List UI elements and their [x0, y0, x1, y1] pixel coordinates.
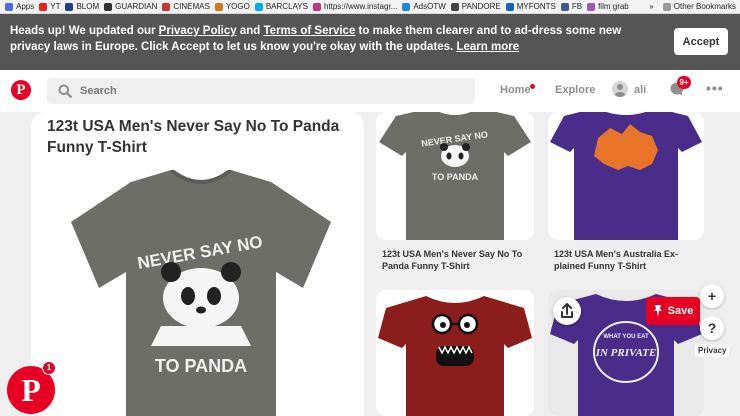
bookmark-label: FB — [571, 2, 583, 11]
pin-closeup: 123t USA Men's Never Say No To Panda Fun… — [31, 112, 364, 416]
help-button[interactable]: ? — [700, 316, 724, 340]
search-icon — [58, 84, 72, 98]
folder-icon — [662, 2, 671, 11]
save-button[interactable]: Save — [646, 297, 700, 325]
banner-text-2: and — [236, 25, 264, 37]
bookmark-label: BARCLAYS — [265, 2, 308, 11]
panda-graphic — [151, 262, 251, 346]
yogo-icon — [214, 2, 223, 11]
accept-button[interactable]: Accept — [674, 28, 728, 55]
bookmarks-bar: Apps YT BLOM GUARDIAN CINEMAS YOGO BARCLAYS htt… — [0, 0, 740, 14]
user-icon — [614, 84, 626, 97]
pin-icon — [653, 305, 662, 317]
pin-card-caption[interactable]: 123t USA Men's Australia Ex-plained Funn… — [554, 248, 704, 272]
bookmark-item[interactable]: https://www.instagr... — [312, 2, 398, 11]
card-shirt-text-bottom: IN PRIVATE — [595, 347, 657, 359]
search-bar[interactable] — [47, 78, 475, 104]
youtube-icon — [39, 2, 48, 11]
pin-card-caption[interactable]: 123t USA Men's Never Say No To Panda Fun… — [382, 248, 532, 272]
cinemas-icon — [162, 2, 171, 11]
other-bookmarks-label: Other Bookmarks — [673, 2, 736, 11]
bookmark-item[interactable]: FB — [560, 2, 583, 11]
pin-card[interactable]: NEVER SAY NO TO PANDA — [376, 112, 534, 240]
shirt-text-bottom: TO PANDA — [155, 356, 247, 376]
blom-icon — [65, 2, 74, 11]
bookmark-label: YT — [50, 2, 61, 11]
pin-card-image: NEVER SAY NO TO PANDA — [376, 112, 534, 240]
search-input[interactable] — [80, 85, 460, 97]
bookmark-item[interactable]: BARCLAYS — [254, 2, 308, 11]
bookmark-item[interactable]: YOGO — [214, 2, 250, 11]
bookmark-item[interactable]: BLOM — [65, 2, 99, 11]
nav-home-link[interactable]: Home — [500, 84, 531, 96]
bookmark-item[interactable]: PANDORE — [450, 2, 501, 11]
avatar[interactable] — [612, 81, 628, 97]
card-shirt-text-bottom: TO PANDA — [432, 172, 479, 182]
bookmark-label: GUARDIAN — [115, 2, 158, 11]
bookmark-item[interactable]: CINEMAS — [162, 2, 210, 11]
bookmark-item[interactable]: film grab — [587, 2, 629, 11]
bookmark-item[interactable]: GUARDIAN — [104, 2, 157, 11]
bookmark-label: BLOM — [76, 2, 100, 11]
bookmarks-overflow-icon[interactable]: » — [649, 2, 653, 11]
bookmark-item[interactable]: Apps — [5, 2, 34, 11]
save-label: Save — [667, 305, 694, 317]
other-bookmarks-folder[interactable]: Other Bookmarks — [662, 2, 736, 11]
privacy-update-banner: Heads up! We updated our Privacy Policy … — [0, 14, 740, 70]
bookmark-item[interactable]: AdsOTW — [402, 2, 446, 11]
bookmark-label: YOGO — [225, 2, 250, 11]
terms-of-service-link[interactable]: Terms of Service — [264, 25, 356, 37]
more-options-icon[interactable]: ••• — [706, 80, 724, 96]
pandore-icon — [450, 2, 459, 11]
pin-card[interactable] — [376, 290, 534, 416]
banner-message: Heads up! We updated our Privacy Policy … — [10, 24, 660, 55]
instagram-icon — [312, 2, 321, 11]
card-shirt-text-top: WHAT YOU EAT — [603, 334, 649, 340]
adsotw-icon — [402, 2, 411, 11]
bookmark-label: MYFONTS — [516, 2, 556, 11]
fab-badge: 1 — [42, 361, 56, 375]
home-notification-dot — [530, 84, 535, 89]
pin-image[interactable]: NEVER SAY NO TO PANDA — [71, 170, 331, 416]
barclays-icon — [254, 2, 263, 11]
bookmark-label: Apps — [16, 2, 35, 11]
bookmark-label: https://www.instagr... — [323, 2, 398, 11]
bookmark-label: AdsOTW — [413, 2, 446, 11]
guardian-icon — [104, 2, 113, 11]
notification-badge: 9+ — [677, 76, 691, 89]
banner-text-1: Heads up! We updated our — [10, 25, 159, 37]
bookmark-label: CINEMAS — [173, 2, 210, 11]
share-icon — [561, 303, 573, 318]
bookmark-item[interactable]: MYFONTS — [505, 2, 556, 11]
film-grab-icon — [587, 2, 596, 11]
apps-grid-icon — [5, 2, 13, 11]
pinterest-logo-icon[interactable]: P — [11, 80, 31, 100]
pin-card-image — [550, 112, 702, 240]
facebook-icon — [560, 2, 569, 11]
privacy-policy-link[interactable]: Privacy Policy — [159, 25, 237, 37]
privacy-link[interactable]: Privacy — [695, 344, 730, 357]
add-button[interactable]: + — [700, 284, 724, 308]
nav-user-link[interactable]: ali — [634, 84, 646, 96]
top-nav: P Home Explore ali 9+ ••• — [0, 70, 740, 112]
nav-explore-link[interactable]: Explore — [555, 84, 595, 96]
learn-more-link[interactable]: Learn more — [456, 41, 519, 53]
myfonts-icon — [505, 2, 514, 11]
pin-title: 123t USA Men's Never Say No To Panda Fun… — [47, 118, 340, 156]
bookmark-item[interactable]: YT — [39, 2, 60, 11]
pin-card[interactable] — [548, 112, 704, 240]
pin-card-image — [378, 296, 532, 416]
share-button[interactable] — [553, 297, 581, 325]
bookmark-label: PANDORE — [461, 2, 501, 11]
bookmark-label: film grab — [598, 2, 629, 11]
